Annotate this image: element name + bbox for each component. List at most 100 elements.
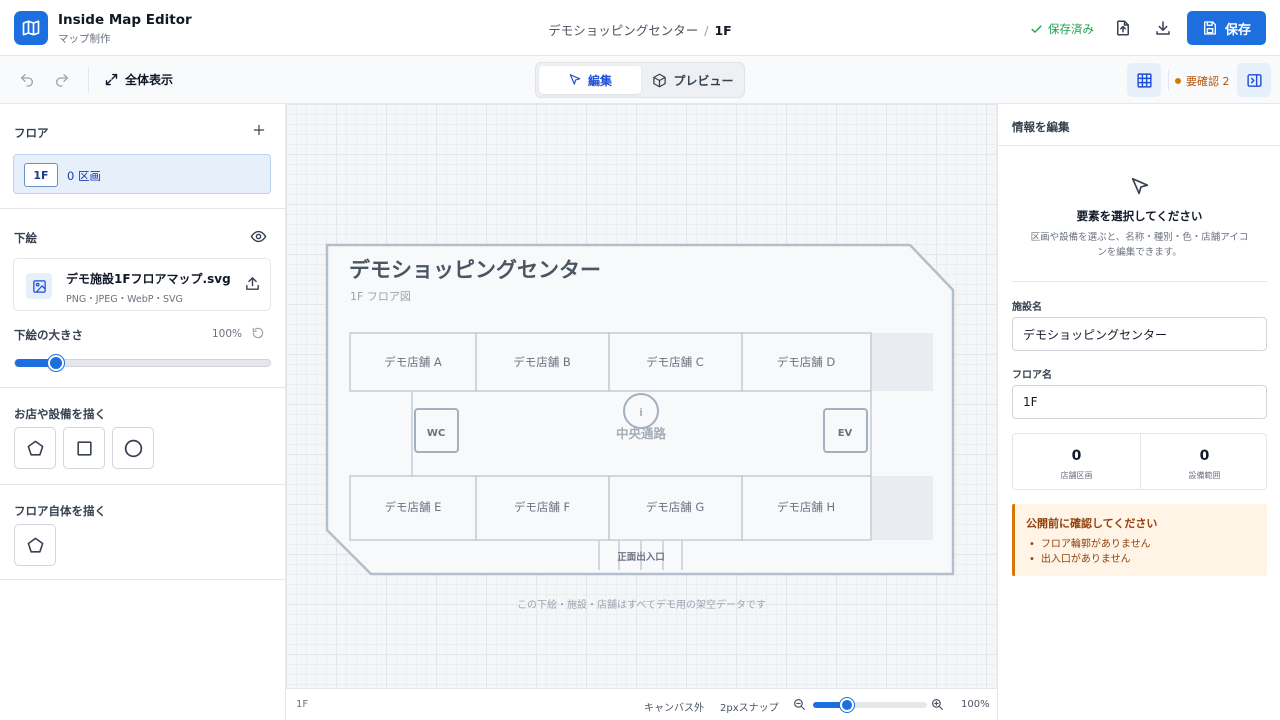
toolbar-divider <box>1168 70 1169 90</box>
inspector-panel: 情報を編集 要素を選択してください 区画や設備を選ぶと、名称・種別・色・店舗アイ… <box>997 104 1280 720</box>
mode-preview-button[interactable]: プレビュー <box>644 66 742 94</box>
stat-facility-areas: 0 設備範囲 <box>1141 434 1268 489</box>
underlay-file-card[interactable]: デモ施設1Fフロアマップ.svg PNG・JPEG・WebP・SVG <box>13 258 271 311</box>
export-button[interactable] <box>1111 16 1135 40</box>
shop-label: デモ店舗 F <box>514 500 570 514</box>
zoom-out-button[interactable] <box>793 698 806 711</box>
mode-edit-button[interactable]: 編集 <box>539 66 641 94</box>
mode-preview-label: プレビュー <box>673 73 734 88</box>
toggle-right-panel-button[interactable] <box>1237 63 1271 97</box>
fit-to-view-button[interactable]: 全体表示 <box>104 71 173 88</box>
floor-shop-count: 0 区画 <box>67 169 101 183</box>
map-canvas[interactable]: デモショッピングセンター 1F フロア図 デモ店舗 A デモ店舗 B デモ店舗 … <box>286 104 997 688</box>
floor-name-input[interactable] <box>1012 385 1267 419</box>
mode-switch: 編集 プレビュー <box>535 62 745 98</box>
floor-polygon-tool-button[interactable] <box>14 524 56 566</box>
polygon-tool-button[interactable] <box>14 427 56 469</box>
info-label: i <box>639 406 642 419</box>
underlay-visibility-toggle[interactable] <box>250 228 267 245</box>
toolbar-divider <box>88 68 89 92</box>
inspector-divider <box>1012 281 1267 282</box>
undo-button[interactable] <box>17 70 37 90</box>
add-floor-button[interactable] <box>252 123 266 137</box>
service-area-top <box>871 333 933 391</box>
status-floor: 1F <box>296 699 309 710</box>
upload-underlay-button[interactable] <box>244 275 261 292</box>
zoom-slider-handle[interactable] <box>840 698 854 712</box>
map-title: デモショッピングセンター <box>349 258 601 282</box>
draw-floor-title: フロア自体を描く <box>14 504 106 518</box>
shop-label: デモ店舗 C <box>646 355 704 369</box>
underlay-size-label: 下絵の大きさ <box>14 328 83 342</box>
save-button[interactable]: 保存 <box>1187 11 1266 45</box>
floor-badge: 1F <box>24 163 58 187</box>
rectangle-tool-button[interactable] <box>63 427 105 469</box>
check-icon <box>1030 23 1043 36</box>
upload-icon <box>244 275 261 292</box>
stat-label: 店舗区画 <box>1060 471 1093 480</box>
facility-name-input[interactable] <box>1012 317 1267 351</box>
breadcrumb-project[interactable]: デモショッピングセンター <box>548 23 698 38</box>
file-export-icon <box>1114 19 1132 37</box>
warning-dot-icon <box>1175 78 1181 84</box>
left-sidebar: フロア 1F 0 区画 下絵 デモ施設1Fフロアマップ.svg PNG・JPEG… <box>0 104 286 720</box>
app-title: Inside Map Editor <box>58 12 192 28</box>
grid-toggle-button[interactable] <box>1127 63 1161 97</box>
cursor-icon <box>568 73 582 87</box>
circle-tool-button[interactable] <box>112 427 154 469</box>
pending-review-label: 要確認 2 <box>1186 75 1230 88</box>
inspector-header: 情報を編集 <box>998 104 1280 146</box>
download-button[interactable] <box>1151 16 1175 40</box>
canvas-footnote: この下絵・施設・店舗はすべてデモ用の架空データです <box>517 600 766 611</box>
draw-shops-section: お店や設備を描く <box>0 388 285 485</box>
shop-label: デモ店舗 B <box>513 355 571 369</box>
warning-list: フロア輪郭がありません 出入口がありません <box>1029 537 1151 567</box>
publish-warning: 公開前に確認してください フロア輪郭がありません 出入口がありません <box>1012 504 1267 576</box>
floor-stats: 0 店舗区画 0 設備範囲 <box>1012 433 1267 490</box>
slider-handle[interactable] <box>48 355 64 371</box>
pentagon-icon <box>26 439 45 458</box>
app-header: Inside Map Editor マップ制作 デモショッピングセンター/1F … <box>0 0 1280 56</box>
cube-icon <box>652 73 667 88</box>
floor-list-item[interactable]: 1F 0 区画 <box>13 154 271 194</box>
circle-icon <box>123 438 144 459</box>
warning-item: フロア輪郭がありません <box>1029 537 1151 552</box>
floppy-disk-icon <box>1202 20 1218 36</box>
shop-label: デモ店舗 G <box>646 500 705 514</box>
redo-icon <box>54 72 70 88</box>
pending-review-badge[interactable]: 要確認 2 <box>1175 73 1230 89</box>
breadcrumb-floor: 1F <box>714 23 732 38</box>
corridor-label: 中央通路 <box>616 426 667 441</box>
status-out-of-canvas[interactable]: キャンバス外 <box>644 699 704 714</box>
zoom-out-icon <box>793 698 806 711</box>
panel-right-icon <box>1246 72 1263 89</box>
grid-icon <box>1136 72 1153 89</box>
undo-icon <box>19 72 35 88</box>
empty-state-title: 要素を選択してください <box>1076 209 1203 223</box>
square-icon <box>75 439 94 458</box>
warning-title: 公開前に確認してください <box>1026 517 1158 530</box>
plus-icon <box>252 123 266 137</box>
underlay-size-slider[interactable] <box>14 355 271 371</box>
stat-value: 0 <box>1199 448 1210 464</box>
canvas-status-bar: 1F キャンバス外 2pxスナップ 100% <box>286 688 997 720</box>
zoom-in-icon <box>931 698 944 711</box>
app-logo[interactable] <box>14 11 48 45</box>
app-subtitle: マップ制作 <box>58 33 111 45</box>
zoom-slider[interactable] <box>813 698 927 712</box>
expand-icon <box>104 72 119 87</box>
stat-value: 0 <box>1071 448 1082 464</box>
draw-floor-section: フロア自体を描く <box>0 485 285 580</box>
image-file-icon <box>26 273 52 299</box>
empty-state-description: 区画や設備を選ぶと、名称・種別・色・店舗アイコンを編集できます。 <box>1030 232 1249 258</box>
stat-shop-areas: 0 店舗区画 <box>1013 434 1140 489</box>
shop-label: デモ店舗 E <box>385 500 442 514</box>
facility-name-label: 施設名 <box>1012 302 1042 313</box>
redo-button[interactable] <box>52 70 72 90</box>
zoom-in-button[interactable] <box>931 698 944 711</box>
status-snap[interactable]: 2pxスナップ <box>720 699 779 714</box>
select-cursor-icon <box>1129 176 1151 201</box>
reset-size-button[interactable] <box>251 326 265 340</box>
underlay-size-value: 100% <box>212 328 243 340</box>
inspector-title: 情報を編集 <box>1012 120 1070 134</box>
